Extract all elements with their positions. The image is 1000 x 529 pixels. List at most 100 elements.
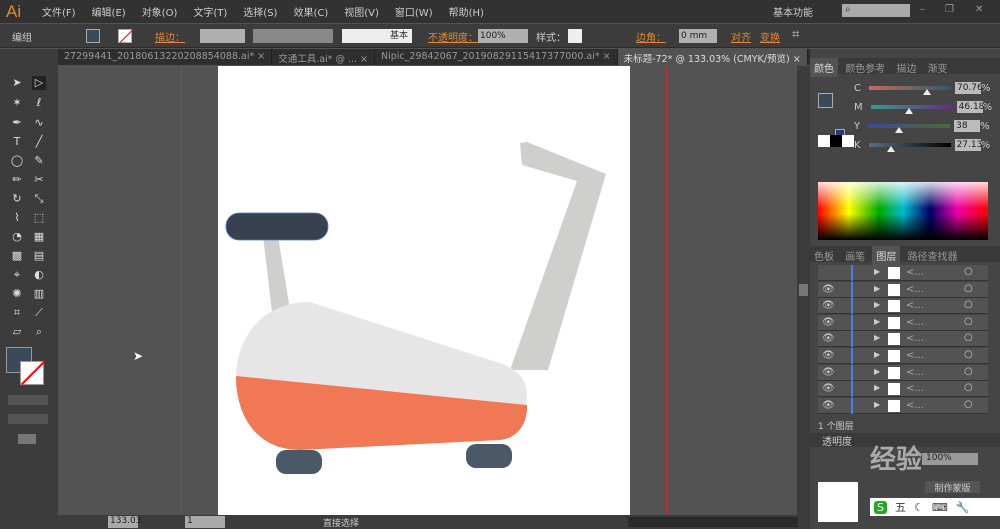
artboard-number-field[interactable]: 1 [185,516,225,528]
transparency-opacity-field[interactable]: 100% [922,453,978,465]
channel-slider[interactable] [868,124,951,133]
tab-swatches[interactable]: 色板 [810,246,838,265]
tab-stroke[interactable]: 描边 [892,58,920,77]
layer-thumbnail [888,383,900,396]
tab-gradient[interactable]: 渐变 [924,58,952,77]
current-tool-status[interactable]: 直接选择 [323,516,359,529]
expand-triangle-icon[interactable]: ▶ [874,350,880,359]
tab-layers[interactable]: 图层 [872,246,901,265]
vertical-scrollbar[interactable] [797,66,810,515]
status-bar: 133.03 1 直接选择 [58,515,810,529]
expand-triangle-icon[interactable]: ▶ [874,317,880,326]
visibility-eye-icon[interactable]: 👁 [822,350,835,361]
target-circle-icon[interactable]: ○ [964,266,973,277]
layer-name[interactable]: <... [906,333,924,344]
layer-color-bar [851,364,853,381]
layer-thumbnail [888,333,900,346]
make-mask-button[interactable]: 制作蒙版 [925,481,980,494]
watermark: 经验 [870,445,923,475]
pedal-right [466,444,512,468]
layer-name[interactable]: <... [906,284,924,295]
layer-row[interactable]: 👁 ▶ <... ○ [818,364,988,381]
visibility-eye-icon[interactable]: 👁 [822,333,835,344]
layer-row[interactable]: 👁 ▶ <... ○ [818,348,988,364]
visibility-eye-icon[interactable]: 👁 [822,300,835,311]
channel-slider[interactable] [868,143,951,152]
layer-thumbnail [888,300,900,313]
tab-color-guide[interactable]: 颜色参考 [841,58,889,77]
layer-row[interactable]: 👁 ▶ <... ○ [818,281,988,298]
target-circle-icon[interactable]: ○ [964,299,973,310]
layer-name[interactable]: <... [906,350,924,361]
layer-thumbnail [888,366,900,379]
slider-thumb[interactable] [923,89,931,95]
channel-slider[interactable] [868,86,951,95]
layer-name[interactable]: <... [906,267,924,278]
tab-color[interactable]: 颜色 [810,58,838,77]
visibility-eye-icon[interactable]: 👁 [822,400,835,411]
percent-unit: % [982,101,993,113]
target-circle-icon[interactable]: ○ [964,366,973,377]
handlebar [510,142,606,370]
ime-toolbar[interactable]: S 五 ☾ ⌨ 🔧 [870,498,1000,516]
expand-triangle-icon[interactable]: ▶ [874,333,880,342]
visibility-eye-icon[interactable]: 👁 [822,284,835,295]
target-circle-icon[interactable]: ○ [964,382,973,393]
wrench-icon: 🔧 [955,500,970,514]
layer-thumbnail [888,267,900,279]
layer-name[interactable]: <... [906,300,924,311]
expand-triangle-icon[interactable]: ▶ [874,267,880,276]
panel-fill-swatch[interactable] [818,93,833,108]
layer-thumbnail [888,316,900,329]
layer-row[interactable]: 👁 ▶ <... ○ [818,298,988,315]
channel-value-field[interactable]: 70.76 [954,82,983,94]
tab-brushes[interactable]: 画笔 [841,246,869,265]
visibility-eye-icon[interactable]: 👁 [822,367,835,378]
target-circle-icon[interactable]: ○ [964,349,973,360]
channel-value-field[interactable]: 46.18 [956,101,984,113]
channel-value-field[interactable]: 38 [954,120,981,132]
target-circle-icon[interactable]: ○ [964,283,973,294]
target-circle-icon[interactable]: ○ [964,332,973,343]
expand-triangle-icon[interactable]: ▶ [874,383,880,392]
cmyk-row-m: M 46.18 % [854,100,992,114]
layer-row[interactable]: ▶ <... ○ [818,265,988,281]
layer-row[interactable]: 👁 ▶ <... ○ [818,314,988,331]
layer-color-bar [851,265,853,281]
zoom-field[interactable]: 133.03 [108,516,142,528]
seat [225,212,329,241]
cursor-icon: ➤ [133,349,143,363]
expand-triangle-icon[interactable]: ▶ [874,300,880,309]
percent-unit: % [980,82,991,94]
visibility-eye-icon[interactable]: 👁 [822,317,835,328]
slider-thumb[interactable] [904,108,913,114]
visibility-eye-icon[interactable]: 👁 [822,383,835,394]
horizontal-scrollbar[interactable] [628,517,798,527]
layer-row[interactable]: 👁 ▶ <... ○ [818,381,988,398]
layer-name[interactable]: <... [906,400,924,411]
channel-label: Y [854,120,861,132]
channel-label: C [854,82,861,94]
layer-row[interactable]: 👁 ▶ <... ○ [818,397,988,414]
expand-triangle-icon[interactable]: ▶ [874,284,880,293]
slider-thumb[interactable] [895,127,904,133]
target-circle-icon[interactable]: ○ [964,399,973,410]
expand-triangle-icon[interactable]: ▶ [874,367,880,376]
color-spectrum[interactable] [818,182,988,240]
layer-thumbnail [888,283,900,296]
moon-icon: ☾ [913,500,924,514]
layer-name[interactable]: <... [906,367,924,378]
expand-triangle-icon[interactable]: ▶ [874,400,880,409]
slider-thumb[interactable] [886,146,895,152]
color-panel-tabs: 颜色 颜色参考 描边 渐变 [810,58,1000,77]
channel-slider[interactable] [870,105,953,114]
layer-name[interactable]: <... [906,317,924,328]
layer-name[interactable]: <... [906,383,924,394]
seat-post [263,236,290,312]
target-circle-icon[interactable]: ○ [964,316,973,327]
layer-row[interactable]: 👁 ▶ <... ○ [818,331,988,348]
channel-value-field[interactable]: 27.13 [954,139,982,151]
tab-pathfinder[interactable]: 路径查找器 [904,246,962,265]
none-black-white-swatches[interactable] [818,135,858,147]
percent-unit: % [980,139,991,151]
